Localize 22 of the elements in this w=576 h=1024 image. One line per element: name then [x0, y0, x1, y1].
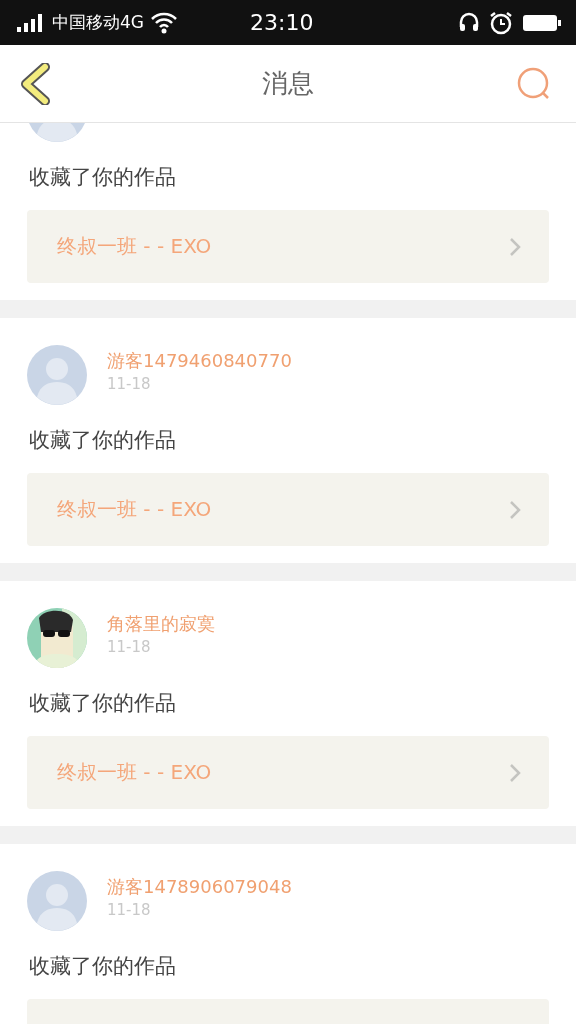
chevron-icon — [509, 236, 521, 257]
message-text: 收藏了你的作品 — [29, 164, 176, 190]
avatar-icon — [27, 871, 87, 931]
back-icon[interactable] — [20, 62, 50, 105]
battery-icon — [522, 12, 562, 33]
message-text: 收藏了你的作品 — [29, 427, 176, 453]
message-text: 收藏了你的作品 — [29, 953, 176, 979]
message-text: 收藏了你的作品 — [29, 690, 176, 716]
work-link[interactable]: 终叔一班 - - EXO — [27, 210, 549, 283]
chevron-icon — [509, 499, 521, 520]
user-name[interactable]: 角落里的寂寞 — [107, 612, 215, 636]
alarm-icon — [488, 9, 514, 36]
status-time: 23:10 — [250, 10, 314, 35]
avatar-icon — [27, 345, 87, 405]
work-link[interactable]: 终叔一班 - - EXO — [27, 736, 549, 809]
carrier-name: 中国移动4G — [52, 11, 144, 34]
chevron-icon — [509, 762, 521, 783]
wifi-icon — [150, 10, 178, 35]
work-link[interactable]: 终叔一班 - - EXO — [27, 473, 549, 546]
user-name[interactable]: 游客1479460840770 — [107, 349, 292, 373]
user-name[interactable]: 游客1478906079048 — [107, 875, 292, 899]
page-title: 消息 — [261, 67, 315, 100]
